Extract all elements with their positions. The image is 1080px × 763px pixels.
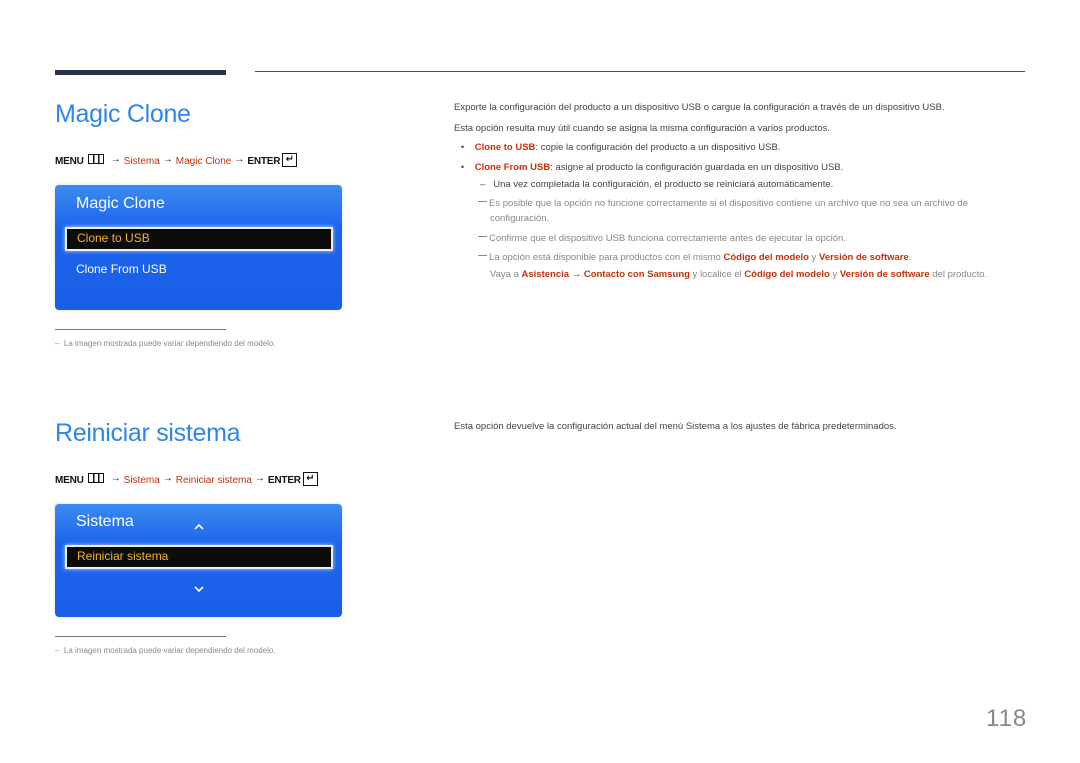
menu-path-magic-clone: MENU → Sistema → Magic Clone → ENTER ↵ — [55, 153, 298, 168]
arrow-icon: → — [162, 472, 173, 484]
term-asistencia: Asistencia — [521, 269, 570, 280]
note-text: del producto. — [929, 269, 988, 280]
menu-step-sistema: Sistema — [123, 155, 160, 167]
note-same-model: La opción está disponible para productos… — [478, 252, 911, 263]
footnote-text: La imagen mostrada puede variar dependie… — [63, 339, 276, 348]
menu-grid-icon — [87, 154, 104, 164]
note-same-model-path: Vaya a Asistencia → Contacto con Samsung… — [490, 269, 987, 280]
note-text: y — [829, 269, 840, 280]
bullet-clone-to-usb: • Clone to USB: copie la configuración d… — [461, 142, 780, 153]
description-line-1: Exporte la configuración del producto a … — [454, 102, 945, 113]
bullet-clone-from-usb: • Clone From USB: asigne al producto la … — [461, 162, 843, 173]
term-clone-from-usb: Clone From USB — [474, 162, 551, 173]
dash-icon: – — [55, 339, 64, 348]
menu-label: MENU — [55, 474, 84, 486]
note-dash-icon — [478, 255, 487, 256]
osd-item-reiniciar-sistema[interactable]: Reiniciar sistema — [65, 545, 333, 569]
enter-label: ENTER — [247, 155, 281, 167]
term-clone-to-usb: Clone to USB — [474, 142, 536, 153]
enter-icon: ↵ — [302, 472, 318, 486]
arrow-icon: → — [254, 472, 265, 484]
note-text: Confirme que el dispositivo USB funciona… — [489, 233, 846, 244]
arrow-icon: → — [110, 472, 121, 484]
enter-icon: ↵ — [282, 153, 298, 167]
bullet-text: : asigne al producto la configuración gu… — [550, 162, 844, 173]
osd-item-clone-from-usb[interactable]: Clone From USB — [76, 262, 167, 276]
menu-label: MENU — [55, 155, 84, 167]
section-title-magic-clone: Magic Clone — [55, 100, 191, 128]
header-rule — [255, 71, 1025, 72]
arrow-icon: → — [234, 153, 245, 165]
note-dash-icon — [478, 201, 487, 202]
note-unsupported-file: Es posible que la opción no funcione cor… — [478, 198, 968, 209]
enter-label: ENTER — [267, 474, 301, 486]
menu-step-reiniciar-sistema: Reiniciar sistema — [175, 474, 252, 486]
note-text: y — [808, 252, 820, 263]
dash-icon: – — [55, 646, 64, 655]
term-contacto-con-samsung: Contacto con Samsung — [583, 269, 690, 280]
sub-bullet-restart: – Una vez completada la configuración, e… — [480, 179, 833, 190]
osd-magic-clone-panel: Magic Clone Clone to USB Clone From USB — [55, 185, 342, 310]
note-dash-icon — [478, 236, 487, 237]
chevron-up-icon[interactable] — [194, 521, 204, 533]
bullet-icon: • — [461, 162, 465, 172]
footnote-image-varies: – La imagen mostrada puede variar depend… — [55, 339, 276, 348]
page-number: 118 — [986, 705, 1028, 732]
osd-title: Sistema — [76, 513, 134, 530]
description-line-2: Esta opción resulta muy útil cuando se a… — [454, 123, 830, 134]
footnote-image-varies: – La imagen mostrada puede variar depend… — [55, 646, 276, 655]
description-reiniciar: Esta opción devuelve la configuración ac… — [454, 421, 897, 432]
footnote-rule — [55, 636, 226, 637]
note-text: Es posible que la opción no funcione cor… — [489, 198, 968, 209]
note-unsupported-file-cont: configuración. — [490, 213, 550, 224]
menu-step-magic-clone: Magic Clone — [175, 155, 232, 167]
term-codigo-del-modelo: Código del modelo — [723, 252, 809, 263]
header-accent-bar — [55, 70, 226, 75]
arrow-icon: → — [162, 153, 173, 165]
term-codigo-del-modelo: Código del modelo — [744, 269, 830, 280]
dash-icon: – — [480, 179, 494, 190]
term-version-de-software: Versión de software — [819, 252, 909, 263]
note-text: . — [908, 252, 912, 263]
osd-sistema-panel: Sistema Reiniciar sistema — [55, 504, 342, 617]
menu-path-reiniciar-sistema: MENU → Sistema → Reiniciar sistema → ENT… — [55, 472, 318, 487]
chevron-down-icon[interactable] — [194, 584, 204, 596]
note-text: La opción está disponible para productos… — [489, 252, 724, 263]
sub-bullet-text: Una vez completada la configuración, el … — [493, 179, 834, 190]
note-confirm-usb: Confirme que el dispositivo USB funciona… — [478, 233, 846, 244]
osd-item-clone-to-usb[interactable]: Clone to USB — [65, 227, 333, 251]
note-text: Vaya a — [490, 269, 522, 280]
term-version-de-software: Versión de software — [839, 269, 930, 280]
section-title-reiniciar-sistema: Reiniciar sistema — [55, 419, 241, 447]
osd-title: Magic Clone — [76, 195, 165, 212]
arrow-icon: → — [110, 153, 121, 165]
menu-grid-icon — [87, 473, 104, 483]
bullet-text: : copie la configuración del producto a … — [535, 142, 781, 153]
bullet-icon: • — [461, 142, 465, 152]
note-text: y localice el — [689, 269, 745, 280]
arrow-icon: → — [571, 269, 582, 280]
footnote-text: La imagen mostrada puede variar dependie… — [63, 646, 276, 655]
menu-step-sistema: Sistema — [123, 474, 160, 486]
footnote-rule — [55, 329, 226, 330]
